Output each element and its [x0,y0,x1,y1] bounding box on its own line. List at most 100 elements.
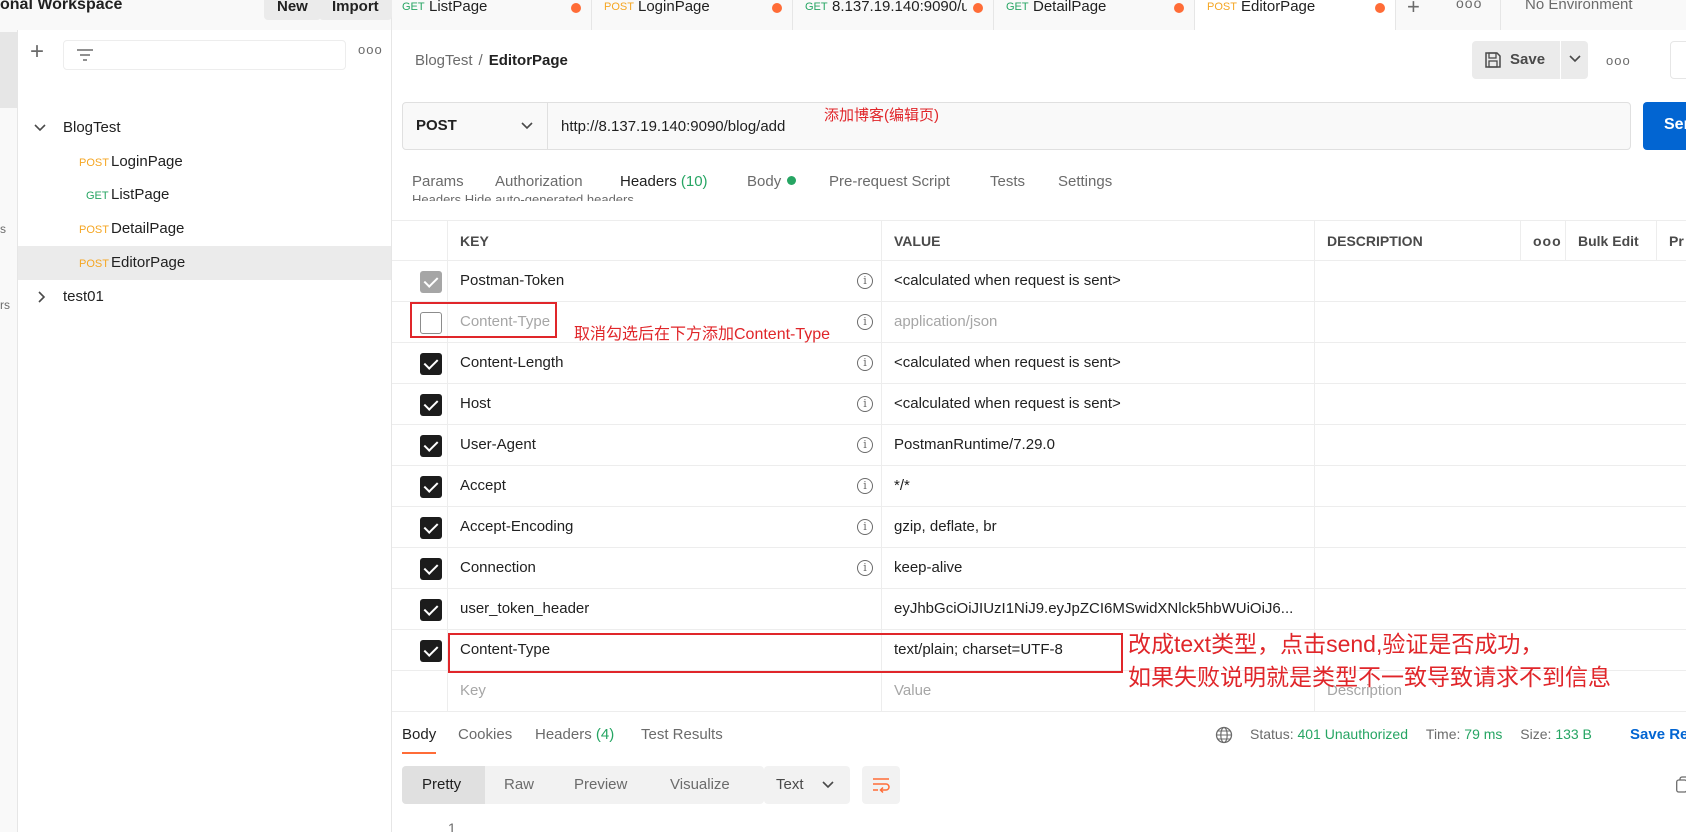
header-key[interactable]: User-Agent [460,436,536,453]
save-button[interactable]: Save [1472,41,1560,79]
sidebar-item-detailpage[interactable]: POST DetailPage [18,212,391,246]
hide-auto-generated-headers-toggle[interactable]: Headers Hide auto-generated headers [412,192,634,201]
sidebar-item-listpage[interactable]: GET ListPage [18,178,391,212]
tab-tests[interactable]: Tests [990,173,1025,190]
tab-listpage[interactable]: GET ListPage [392,0,592,30]
tab-authorization[interactable]: Authorization [495,173,583,190]
add-collection-plus-icon[interactable]: + [30,40,44,64]
rail-item-label[interactable]: s [0,222,6,236]
row-checkbox[interactable] [420,353,442,375]
header-value[interactable]: PostmanRuntime/7.29.0 [894,436,1314,453]
tab-detailpage[interactable]: GET DetailPage [994,0,1195,30]
tab-editorpage[interactable]: POST EditorPage [1195,0,1396,30]
header-key[interactable]: Postman-Token [460,272,564,289]
url-input[interactable]: http://8.137.19.140:9090/blog/add [561,118,785,135]
sidebar-item-loginpage[interactable]: POST LoginPage [18,145,391,179]
copy-icon[interactable] [1676,776,1686,794]
send-button[interactable]: Send [1643,102,1686,150]
row-checkbox[interactable] [420,640,442,662]
bulk-edit-button[interactable]: Bulk Edit [1578,233,1639,249]
line-number: 1 [448,820,456,832]
format-visualize[interactable]: Visualize [670,776,730,793]
response-tab-headers[interactable]: Headers (4) [535,726,614,743]
rail-item-label[interactable]: rs [0,298,10,312]
status-value[interactable]: 401 Unauthorized [1297,726,1408,742]
info-icon[interactable]: i [857,314,873,330]
environment-selector[interactable]: No Environment [1500,0,1686,30]
annotation-send: 改成text类型，点击send,验证是否成功， 如果失败说明就是类型不一致导致请… [1128,628,1611,694]
row-checkbox[interactable] [420,558,442,580]
info-icon[interactable]: i [857,396,873,412]
size-value[interactable]: 133 B [1555,726,1592,742]
header-value[interactable]: gzip, deflate, br [894,518,1314,535]
tab-prerequest-script[interactable]: Pre-request Script [829,173,950,190]
format-raw[interactable]: Raw [504,776,534,793]
header-value[interactable]: <calculated when request is sent> [894,272,1314,289]
sidebar-item-editorpage[interactable]: POST EditorPage [18,246,391,280]
column-options-more-icon[interactable]: ooo [1533,233,1562,249]
header-value[interactable]: <calculated when request is sent> [894,395,1314,412]
tab-overflow-more-icon[interactable]: ooo [1456,0,1482,11]
tab-url-request[interactable]: GET 8.137.19.140:9090/us [793,0,994,30]
request-method: GET [86,190,109,202]
header-key[interactable]: Content-Length [460,354,563,371]
breadcrumb-request[interactable]: EditorPage [489,52,568,69]
header-value[interactable]: <calculated when request is sent> [894,354,1314,371]
row-checkbox[interactable] [420,476,442,498]
info-icon[interactable]: i [857,355,873,371]
response-tab-body[interactable]: Body [402,726,437,754]
header-value[interactable]: */* [894,477,1314,494]
header-key[interactable]: Connection [460,559,536,576]
globe-icon[interactable] [1215,726,1233,744]
format-preview[interactable]: Preview [574,776,627,793]
save-response-button[interactable]: Save Re [1630,726,1686,743]
new-key-input[interactable]: Key [460,682,486,699]
save-label: Save [1510,51,1546,68]
import-button[interactable]: Import [319,0,392,20]
request-more-icon[interactable]: ooo [1606,53,1631,68]
header-key[interactable]: user_token_header [460,600,589,617]
url-bar: POST http://8.137.19.140:9090/blog/add [402,102,1631,150]
info-icon[interactable]: i [857,273,873,289]
tab-label: 8.137.19.140:9090/us [832,0,967,15]
info-icon[interactable]: i [857,478,873,494]
row-checkbox[interactable] [420,271,442,293]
format-pretty[interactable]: Pretty [422,776,461,793]
info-icon[interactable]: i [857,519,873,535]
presets-button[interactable]: Pr [1669,233,1684,249]
row-checkbox[interactable] [420,394,442,416]
header-key[interactable]: Accept [460,477,506,494]
info-icon[interactable]: i [857,560,873,576]
response-language-select[interactable]: Text [764,766,850,804]
collection-blogtest[interactable]: BlogTest [18,111,391,145]
method-select[interactable]: POST [403,103,548,149]
sidebar-more-icon[interactable]: ooo [358,42,383,57]
row-checkbox[interactable] [420,517,442,539]
breadcrumb-collection[interactable]: BlogTest [415,52,473,69]
response-tab-test-results[interactable]: Test Results [641,726,723,743]
filter-input[interactable] [63,40,346,70]
header-value[interactable]: application/json [894,313,1314,330]
edge-toolbar-button[interactable] [1670,41,1686,79]
time-value[interactable]: 79 ms [1464,726,1502,742]
save-options-dropdown[interactable] [1561,41,1588,79]
new-button[interactable]: New [264,0,321,20]
response-tab-cookies[interactable]: Cookies [458,726,512,743]
collection-test01[interactable]: test01 [18,280,391,314]
row-checkbox[interactable] [420,435,442,457]
row-checkbox[interactable] [420,599,442,621]
rail-selected-item[interactable] [0,32,18,108]
header-key[interactable]: Host [460,395,491,412]
new-tab-plus-icon[interactable]: + [1407,0,1420,20]
workspace-title[interactable]: onal Workspace [0,0,122,14]
info-icon[interactable]: i [857,437,873,453]
tab-params[interactable]: Params [412,173,464,190]
header-value[interactable]: eyJhbGciOiJIUzI1NiJ9.eyJpZCI6MSwidXNlck5… [894,600,1314,617]
tab-body[interactable]: Body [747,173,797,190]
tab-settings[interactable]: Settings [1058,173,1112,190]
header-value[interactable]: keep-alive [894,559,1314,576]
tab-loginpage[interactable]: POST LoginPage [592,0,793,30]
wrap-lines-button[interactable] [862,766,900,804]
header-key[interactable]: Accept-Encoding [460,518,573,535]
tab-headers[interactable]: Headers (10) [620,173,708,190]
